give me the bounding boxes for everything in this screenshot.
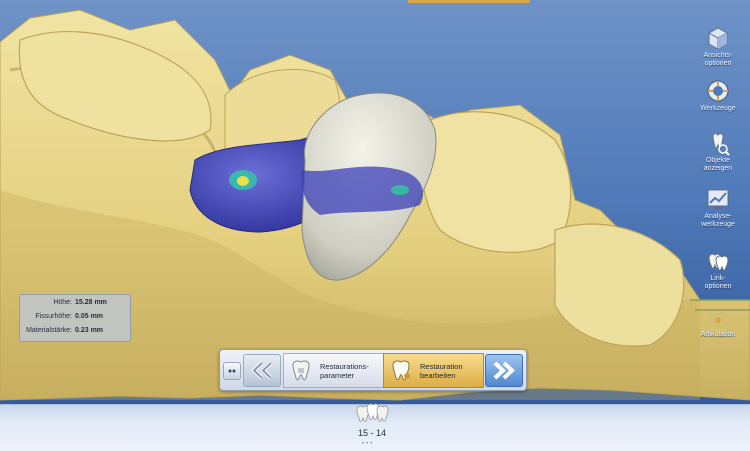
step-label: Restaurations- parameter xyxy=(320,362,369,380)
double-chevron-right-icon xyxy=(493,361,515,380)
tool-analysis[interactable]: Analyse- werkzeuge xyxy=(688,186,748,229)
articulator-icon xyxy=(709,313,727,327)
tool-label: Ansichts- optionen xyxy=(703,52,733,67)
measure-row-height: Höhe: 15.28 mm xyxy=(20,299,128,309)
measure-label: Fissurhöhe: xyxy=(35,313,72,320)
cube-view-icon xyxy=(708,27,728,50)
measure-label: Höhe: xyxy=(53,299,72,306)
measure-value: 0.23 mm xyxy=(75,327,104,334)
tool-view-options[interactable]: Ansichts- optionen xyxy=(688,25,748,68)
workflow-bar: Restaurations- parameter Restauration be… xyxy=(219,349,527,391)
tool-label: Objekte anzeigen xyxy=(703,157,733,172)
tool-label: Werkzeuge xyxy=(700,105,736,112)
measure-value: 15.28 mm xyxy=(75,299,107,306)
tooth-edit-icon xyxy=(392,360,410,381)
tool-link-options[interactable]: Link- optionen xyxy=(688,248,748,291)
measure-row-fissure: Fissurhöhe: 0.05 mm xyxy=(20,313,128,323)
page-indicator: ••• xyxy=(362,441,375,447)
tooth-parameter-icon xyxy=(292,360,310,381)
measure-row-material: Materialstärke: 0.23 mm xyxy=(20,327,128,337)
analysis-icon xyxy=(707,189,729,209)
tool-label: Analyse- werkzeuge xyxy=(701,213,735,228)
double-chevron-left-icon xyxy=(251,361,273,380)
step-edit-restoration[interactable]: Restauration bearbeiten xyxy=(383,353,484,388)
tooth-range-label: 15 - 14 xyxy=(357,428,387,438)
dots-icon xyxy=(228,369,236,373)
tool-label: Link- optionen xyxy=(704,275,732,290)
heatmap-hotspot-core xyxy=(237,176,249,186)
next-step-button[interactable] xyxy=(485,354,523,387)
measurement-panel: Höhe: 15.28 mm Fissurhöhe: 0.05 mm Mater… xyxy=(19,294,131,342)
tool-articulation[interactable]: Artikulation xyxy=(688,310,748,339)
measure-value: 0.05 mm xyxy=(75,313,104,320)
tools-ring-icon xyxy=(707,80,729,102)
tool-label: Artikulation xyxy=(700,331,736,338)
active-tab-accent xyxy=(408,0,530,3)
measure-label: Materialstärke: xyxy=(26,327,72,334)
tool-show-objects[interactable]: Objekte anzeigen xyxy=(688,130,748,173)
workflow-menu-button[interactable] xyxy=(223,362,241,380)
previous-step-button[interactable] xyxy=(243,354,281,387)
tool-tools[interactable]: Werkzeuge xyxy=(688,78,748,113)
link-icon xyxy=(708,253,729,271)
tooth-right-2 xyxy=(554,223,685,347)
objects-icon xyxy=(712,133,730,156)
step-restoration-parameters[interactable]: Restaurations- parameter xyxy=(283,353,385,388)
teeth-thumbnail-icon[interactable] xyxy=(355,402,389,424)
step-label: Restauration bearbeiten xyxy=(420,362,463,380)
crown-spot xyxy=(391,185,409,195)
